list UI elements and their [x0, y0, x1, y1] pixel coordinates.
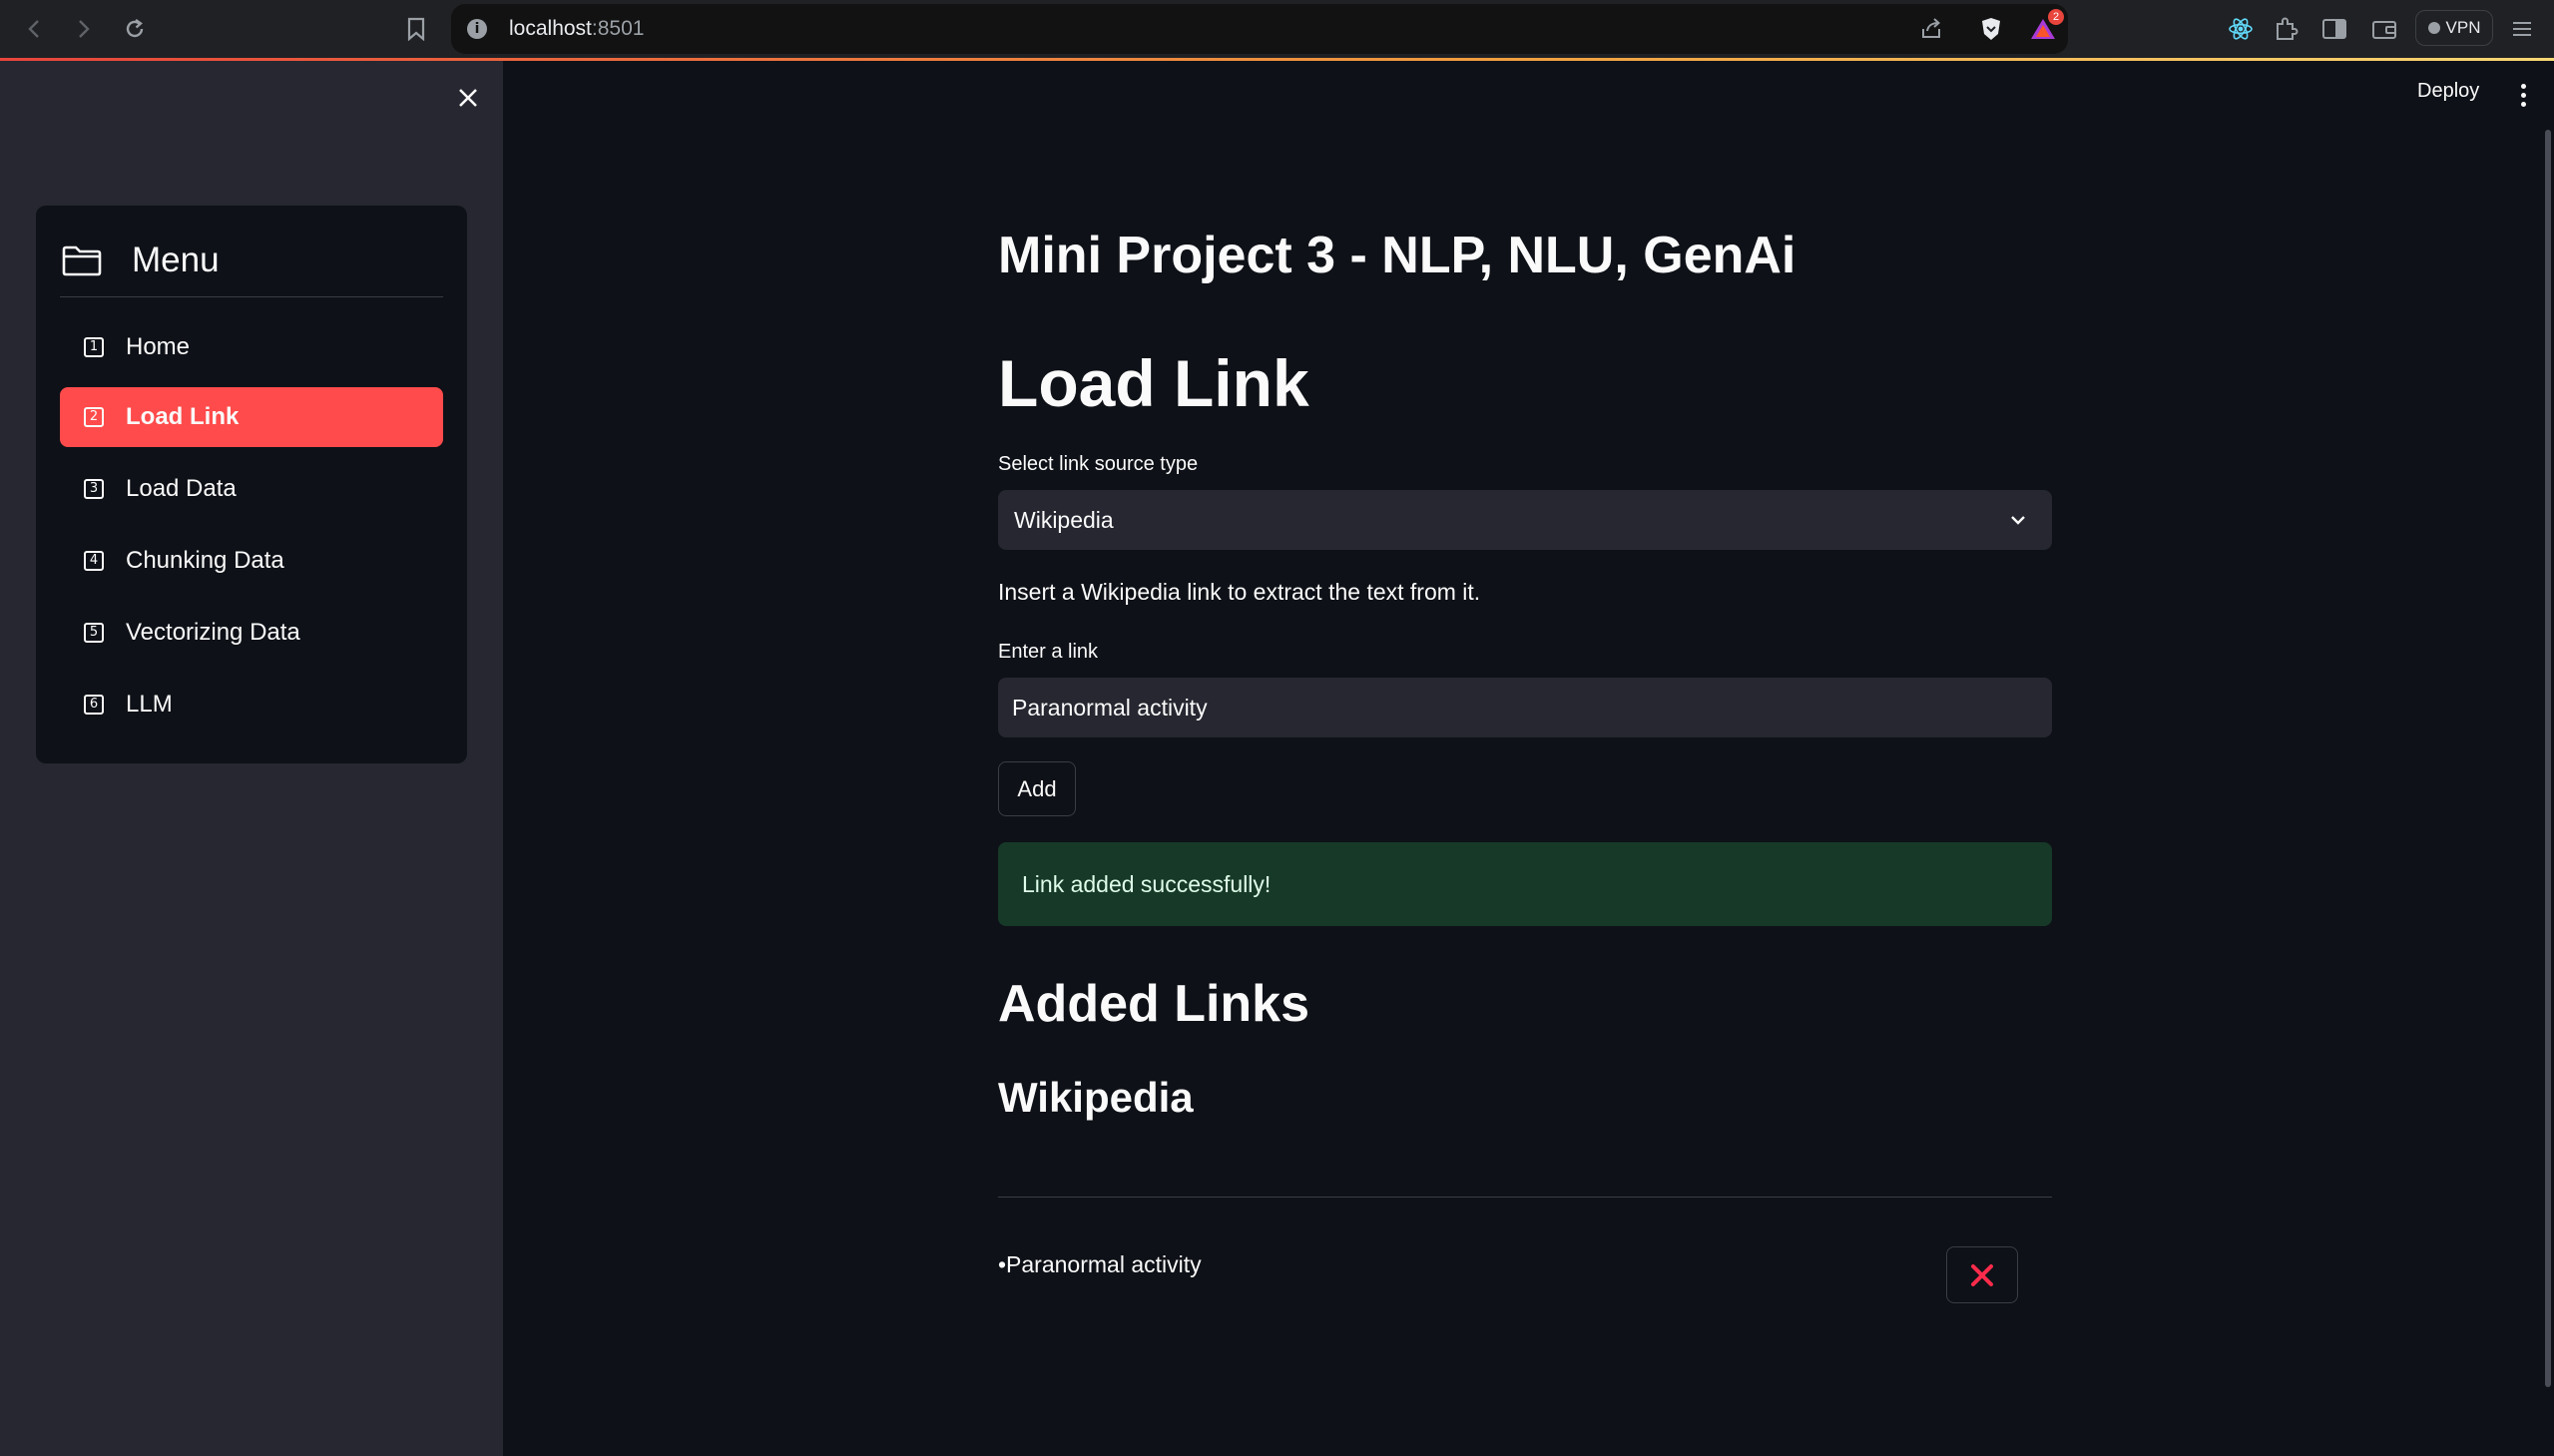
sidebar-item-vectorizing-data[interactable]: 5 Vectorizing Data	[60, 603, 443, 663]
sidebar-item-load-data[interactable]: 3 Load Data	[60, 459, 443, 519]
share-icon[interactable]	[1916, 14, 1946, 44]
folder-icon	[62, 245, 102, 276]
scrollbar[interactable]	[2545, 130, 2551, 1387]
sidebar-item-llm[interactable]: 6 LLM	[60, 675, 443, 734]
more-options-icon[interactable]	[2511, 78, 2535, 112]
number-2-icon: 2	[84, 407, 104, 427]
bookmark-icon[interactable]	[399, 12, 433, 46]
menu-header: Menu	[60, 234, 443, 287]
sidebar-item-label: Vectorizing Data	[126, 619, 300, 646]
divider	[998, 1197, 2052, 1198]
close-sidebar-icon[interactable]	[451, 81, 485, 115]
sidebar-toggle-icon[interactable]	[2317, 12, 2351, 46]
number-1-icon: 1	[84, 337, 104, 357]
vpn-label: VPN	[2445, 18, 2481, 37]
brave-shield-icon[interactable]	[1976, 14, 2006, 44]
address-bar[interactable]: i localhost:8501	[451, 4, 2068, 54]
reload-icon[interactable]	[118, 12, 152, 46]
deploy-button[interactable]: Deploy	[2417, 80, 2479, 103]
sidebar-item-label: Home	[126, 333, 191, 360]
add-button[interactable]: Add	[998, 761, 1076, 816]
close-icon	[1971, 1263, 1993, 1286]
vpn-button[interactable]: VPN	[2415, 10, 2493, 46]
instruction-text: Insert a Wikipedia link to extract the t…	[998, 579, 1481, 605]
success-alert: Link added successfully!	[998, 842, 2052, 926]
list-item: •Paranormal activity	[998, 1251, 1202, 1277]
added-links-heading: Added Links	[998, 975, 1310, 1033]
number-5-icon: 5	[84, 623, 104, 643]
sidebar-item-label: Load Data	[126, 475, 237, 502]
sidebar-item-chunking-data[interactable]: 4 Chunking Data	[60, 531, 443, 591]
option-menu: Menu 1 Home 2 Load Link 3 Load Data 4 Ch…	[36, 206, 467, 763]
vpn-status-icon	[2427, 22, 2440, 34]
sidebar-item-home[interactable]: 1 Home	[60, 317, 443, 377]
chevron-down-icon	[2011, 516, 2025, 525]
react-devtools-icon[interactable]	[2224, 12, 2258, 46]
sidebar: Menu 1 Home 2 Load Link 3 Load Data 4 Ch…	[0, 61, 503, 1456]
number-6-icon: 6	[84, 695, 104, 715]
forward-icon[interactable]	[66, 12, 100, 46]
menu-title: Menu	[132, 241, 220, 279]
sidebar-item-label: Load Link	[126, 403, 240, 430]
link-source-select[interactable]: Wikipedia	[998, 490, 2052, 550]
extensions-icon[interactable]	[2270, 12, 2303, 46]
url-text[interactable]: localhost:8501	[509, 17, 644, 41]
browser-toolbar: i localhost:8501 2 VPN	[0, 0, 2554, 61]
select-label: Select link source type	[998, 453, 1199, 475]
sidebar-item-load-link[interactable]: 2 Load Link	[60, 387, 443, 447]
wallet-icon[interactable]	[2367, 12, 2401, 46]
page-title: Load Link	[998, 346, 1309, 420]
link-input[interactable]	[998, 678, 2052, 737]
sidebar-item-label: LLM	[126, 691, 173, 718]
remove-link-button[interactable]	[1946, 1246, 2018, 1303]
select-value: Wikipedia	[1014, 506, 1114, 533]
rewards-badge: 2	[2048, 9, 2064, 25]
project-title: Mini Project 3 - NLP, NLU, GenAi	[998, 227, 1796, 284]
back-icon[interactable]	[18, 12, 52, 46]
site-info-icon[interactable]: i	[467, 19, 487, 39]
sidebar-item-label: Chunking Data	[126, 547, 284, 574]
number-3-icon: 3	[84, 479, 104, 499]
menu-icon[interactable]	[2505, 12, 2539, 46]
menu-divider	[60, 296, 443, 297]
input-label: Enter a link	[998, 641, 1099, 663]
source-heading: Wikipedia	[998, 1074, 1194, 1121]
number-4-icon: 4	[84, 551, 104, 571]
